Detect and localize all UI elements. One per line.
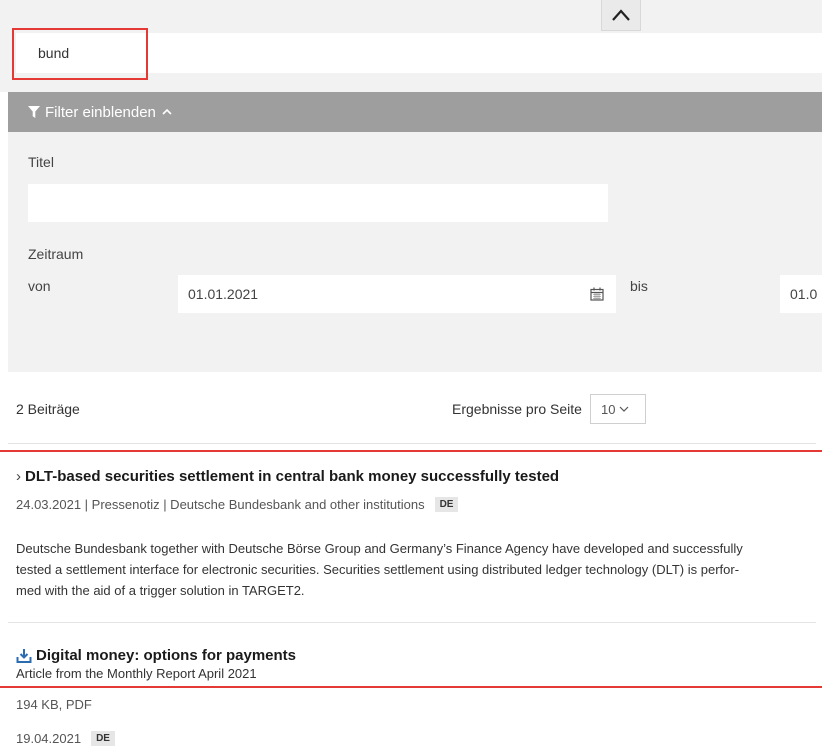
title-filter-label: Titel: [28, 154, 54, 170]
filter-funnel-icon: [28, 106, 40, 118]
from-date-value: 01.01.2021: [188, 286, 259, 302]
language-badge: DE: [434, 497, 459, 512]
collapse-button[interactable]: [601, 0, 641, 31]
to-label: bis: [630, 278, 648, 294]
language-badge: DE: [91, 731, 115, 746]
chevron-down-icon: [620, 406, 629, 412]
filter-panel: Titel Zeitraum von 01.01.2021 bis 01.0: [8, 132, 822, 372]
per-page-value: 10: [601, 401, 616, 417]
divider: [8, 443, 816, 444]
result-1-desc-line-3: med with the aid of a trigger solution i…: [16, 583, 305, 598]
per-page-label: Ergebnisse pro Seite: [452, 401, 582, 417]
result-1-meta-text: 24.03.2021 | Pressenotiz | Deutsche Bund…: [16, 497, 425, 512]
result-2-title-link[interactable]: Digital money: options for payments: [16, 647, 296, 664]
result-2-file-info-text: 194 KB, PDF: [16, 697, 92, 712]
to-date-value: 01.0: [790, 286, 818, 302]
result-1-desc-line-1: Deutsche Bundesbank together with Deutsc…: [16, 541, 743, 556]
calendar-icon[interactable]: [590, 287, 604, 301]
title-filter-input[interactable]: [28, 184, 608, 222]
result-1-description: Deutsche Bundesbank together with Deutsc…: [16, 538, 816, 601]
result-1-title: DLT-based securities settlement in centr…: [25, 468, 560, 485]
from-label: von: [28, 278, 51, 294]
result-2-subtitle: Article from the Monthly Report April 20…: [16, 666, 257, 681]
filter-toggle-bar[interactable]: Filter einblenden: [8, 92, 822, 132]
results-count: 2 Beiträge: [16, 401, 80, 417]
highlight-line-top: [0, 450, 822, 452]
result-2-date: 19.04.2021: [16, 731, 82, 746]
highlight-line-bottom: [0, 686, 822, 688]
result-1-meta: 24.03.2021 | Pressenotiz | Deutsche Bund…: [16, 497, 459, 512]
chevron-up-icon: [612, 9, 630, 21]
result-2-file-info: 194 KB, PDF: [16, 697, 92, 712]
result-2-title: Digital money: options for payments: [36, 647, 297, 664]
result-2-meta: 19.04.2021 DE: [16, 731, 115, 746]
period-label: Zeitraum: [28, 246, 84, 262]
chevron-up-icon: [162, 108, 172, 115]
to-date-input[interactable]: 01.0: [780, 275, 822, 313]
result-1-desc-line-2: tested a settlement interface for electr…: [16, 562, 740, 577]
filter-toggle-label: Filter einblenden: [45, 103, 156, 121]
result-1-title-link[interactable]: › DLT-based securities settlement in cent…: [16, 468, 559, 485]
from-date-input[interactable]: 01.01.2021: [178, 275, 616, 313]
divider: [8, 622, 816, 623]
per-page-select[interactable]: 10: [590, 394, 646, 424]
search-input[interactable]: bund: [16, 33, 822, 73]
download-icon: [16, 648, 32, 663]
chevron-right-icon: ›: [16, 468, 21, 485]
